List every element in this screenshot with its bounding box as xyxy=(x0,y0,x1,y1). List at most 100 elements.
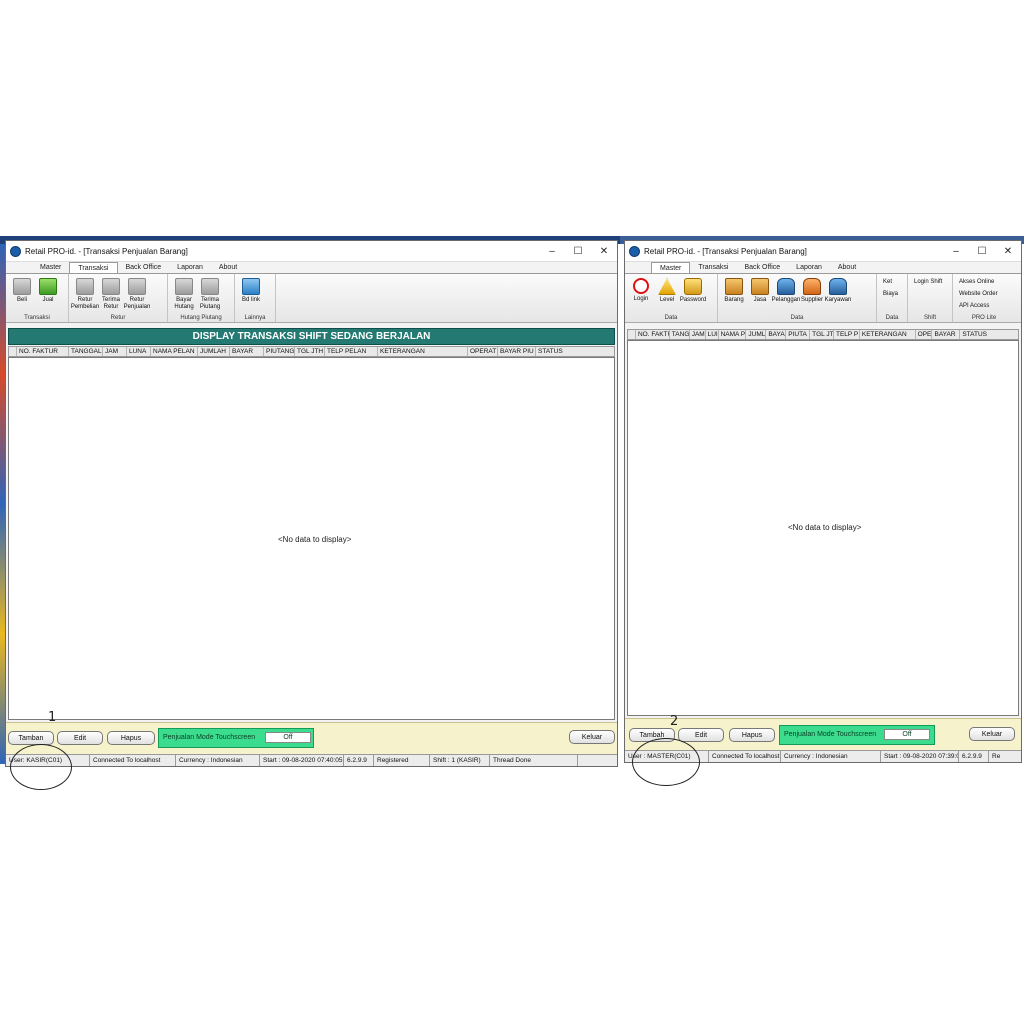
buy-icon xyxy=(13,278,31,295)
group-label: Hutang Piutang xyxy=(180,315,222,321)
hapus-button[interactable]: Hapus xyxy=(729,728,775,742)
touchscreen-toggle[interactable]: Off xyxy=(265,732,311,743)
minimize-icon[interactable]: – xyxy=(539,246,565,257)
left-status-bar: User: KASIR(C01) Connected To localhost … xyxy=(6,754,617,766)
col-piutang[interactable]: PIUTANG xyxy=(264,347,295,356)
col-jumlah[interactable]: JUML xyxy=(746,330,767,339)
col-status[interactable]: STATUS xyxy=(960,330,1018,339)
biaya-link[interactable]: Biaya xyxy=(883,288,898,300)
no-entry-icon xyxy=(633,278,649,294)
row-indicator xyxy=(628,330,636,339)
minimize-icon[interactable]: – xyxy=(943,246,969,257)
empty-message: <No data to display> xyxy=(278,535,352,544)
left-column-header: NO. FAKTUR TANGGAL JAM LUNA NAMA PELAN J… xyxy=(8,346,615,357)
col-bayar[interactable]: BAYA xyxy=(766,330,787,339)
col-jam[interactable]: JAM xyxy=(690,330,706,339)
tab-back-office[interactable]: Back Office xyxy=(737,262,789,273)
status-thread: Thread Done xyxy=(490,755,578,766)
col-tanggal[interactable]: TANG xyxy=(670,330,690,339)
edit-button[interactable]: Edit xyxy=(678,728,724,742)
col-no-faktur[interactable]: NO. FAKTUR xyxy=(17,347,69,356)
col-bayar-piu[interactable]: BAYAR xyxy=(932,330,961,339)
left-ribbon: Beli Jual Transaksi Retur Pembelian Teri… xyxy=(6,273,617,323)
ribbon-group-pro-lite: Akses Online Website Order API Access PR… xyxy=(953,274,1015,322)
col-keterangan[interactable]: KETERANGAN xyxy=(378,347,468,356)
right-window: Retail PRO-id. - [Transaksi Penjualan Ba… xyxy=(624,240,1022,763)
ribbon-group-biaya: Ket Biaya Data xyxy=(877,274,908,322)
status-version: 6.2.9.9 xyxy=(344,755,374,766)
tab-laporan[interactable]: Laporan xyxy=(169,262,211,273)
status-currency: Currency : Indonesian xyxy=(781,751,881,762)
status-currency: Currency : Indonesian xyxy=(176,755,260,766)
col-no-faktur[interactable]: NO. FAKTU xyxy=(636,330,670,339)
sell-arrow-icon xyxy=(39,278,57,295)
maximize-icon[interactable]: ☐ xyxy=(969,246,995,257)
website-order-link[interactable]: Website Order xyxy=(959,288,998,300)
status-shift: Shift : 1 (KASIR) xyxy=(430,755,490,766)
annotation-circle-right xyxy=(632,738,700,786)
col-jumlah[interactable]: JUMLAH xyxy=(198,347,230,356)
maximize-icon[interactable]: ☐ xyxy=(565,246,591,257)
group-label: Shift xyxy=(923,315,936,321)
hapus-button[interactable]: Hapus xyxy=(107,731,155,745)
touchscreen-mode-panel: Penjualan Mode Touchscreen Off xyxy=(158,728,314,748)
employee-icon xyxy=(829,278,847,295)
supplier-icon xyxy=(803,278,821,295)
ribbon-group-transaksi: Beli Jual Transaksi xyxy=(6,274,69,322)
close-icon[interactable]: ✕ xyxy=(591,246,617,257)
akses-online-link[interactable]: Akses Online xyxy=(959,276,998,288)
col-tgl-jth-te[interactable]: TGL JT xyxy=(810,330,834,339)
col-status[interactable]: STATUS xyxy=(536,347,596,356)
col-piutang[interactable]: PIUTA xyxy=(786,330,811,339)
col-telp-pelan[interactable]: TELP PELAN xyxy=(325,347,378,356)
lock-icon xyxy=(684,278,702,295)
tambah-button[interactable]: Tamban xyxy=(8,731,54,745)
empty-message: <No data to display> xyxy=(788,523,862,532)
status-registration: Re xyxy=(992,753,1001,760)
col-tgl-jth-te[interactable]: TGL JTH TE xyxy=(295,347,325,356)
col-jam[interactable]: JAM xyxy=(103,347,127,356)
col-nama-pelan[interactable]: NAMA P xyxy=(719,330,747,339)
group-label: Transaksi xyxy=(24,315,50,321)
api-access-link[interactable]: API Access xyxy=(959,300,998,312)
touchscreen-toggle[interactable]: Off xyxy=(884,729,930,740)
tab-laporan[interactable]: Laporan xyxy=(788,262,830,273)
right-ribbon: Login Level Password Data Barang Jasa Pe… xyxy=(625,273,1021,323)
tab-transaksi[interactable]: Transaksi xyxy=(690,262,736,273)
col-keterangan[interactable]: KETERANGAN xyxy=(860,330,916,339)
col-tanggal[interactable]: TANGGAL xyxy=(69,347,103,356)
ket-link[interactable]: Ket xyxy=(883,276,898,288)
annotation-circle-left xyxy=(10,744,72,790)
col-luna[interactable]: LUI xyxy=(706,330,719,339)
tab-transaksi[interactable]: Transaksi xyxy=(69,262,118,273)
group-label: Retur xyxy=(110,315,126,321)
col-telp-pelan[interactable]: TELP P xyxy=(834,330,860,339)
tab-about[interactable]: About xyxy=(211,262,245,273)
goods-icon xyxy=(725,278,743,295)
col-operat[interactable]: OPERAT xyxy=(468,347,498,356)
group-label: Data xyxy=(790,315,804,321)
status-connection: Connected To localhost xyxy=(709,751,781,762)
receive-return-icon xyxy=(102,278,120,295)
status-start-time: Start : 09-08-2020 07:39:06 xyxy=(881,751,959,762)
ribbon-group-login: Login Level Password Data xyxy=(625,274,718,322)
tab-back-office[interactable]: Back Office xyxy=(118,262,170,273)
group-label: Data xyxy=(885,315,899,321)
col-bayar-piu[interactable]: BAYAR PIU xyxy=(498,347,536,356)
col-bayar[interactable]: BAYAR xyxy=(230,347,264,356)
keluar-button[interactable]: Keluar xyxy=(969,727,1015,741)
keluar-button[interactable]: Keluar xyxy=(569,730,615,744)
pay-debt-icon xyxy=(175,278,193,295)
app-icon xyxy=(629,245,640,257)
col-luna[interactable]: LUNA xyxy=(127,347,151,356)
tab-about[interactable]: About xyxy=(830,262,864,273)
group-label: PRO Lite xyxy=(971,315,997,321)
login-shift-link[interactable]: Login Shift xyxy=(914,276,942,288)
col-operat[interactable]: OPE xyxy=(916,330,933,339)
service-icon xyxy=(751,278,769,295)
edit-button[interactable]: Edit xyxy=(57,731,103,745)
tab-master[interactable]: Master xyxy=(651,262,691,273)
close-icon[interactable]: ✕ xyxy=(995,246,1021,257)
col-nama-pelan[interactable]: NAMA PELAN xyxy=(151,347,198,356)
tab-master[interactable]: Master xyxy=(32,262,69,273)
